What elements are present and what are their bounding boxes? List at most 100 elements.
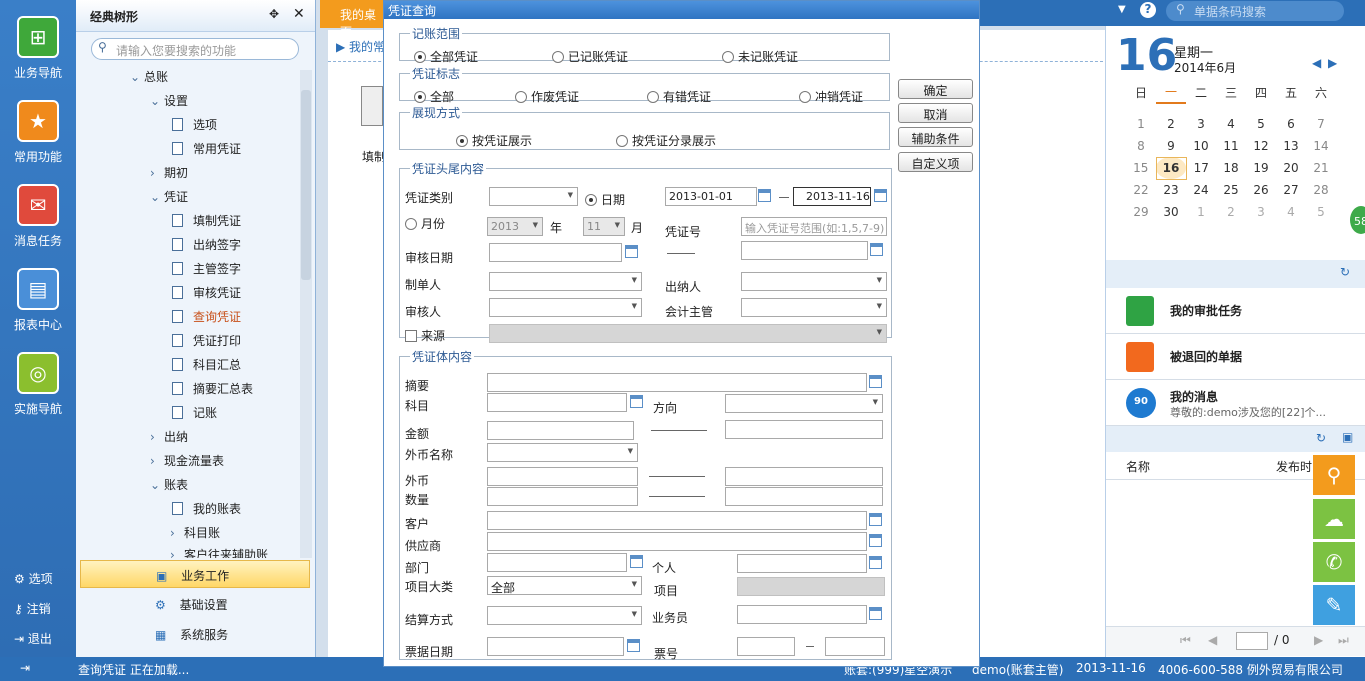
nav-messages[interactable]: ✉ 消息任务: [0, 184, 76, 249]
refresh-icon[interactable]: ↻: [1340, 265, 1350, 279]
person-input[interactable]: [737, 554, 867, 573]
tree-folder[interactable]: › 科目账: [170, 524, 220, 541]
calendar-day-cell[interactable]: 14: [1306, 135, 1336, 157]
calendar-day-cell[interactable]: 24: [1186, 179, 1216, 201]
calendar-day-cell[interactable]: 11: [1216, 135, 1246, 157]
next-month-icon[interactable]: ▶: [1328, 56, 1337, 70]
calendar-day-cell[interactable]: 8: [1126, 135, 1156, 157]
cashier-select[interactable]: [741, 272, 887, 291]
barcode-search-input[interactable]: ⚲ 单据条码搜索: [1166, 1, 1344, 21]
currency-to-input[interactable]: [725, 467, 883, 486]
calendar-day-cell[interactable]: 28: [1306, 179, 1336, 201]
nav-business[interactable]: ⊞ 业务导航: [0, 16, 76, 81]
tree-folder[interactable]: › 现金流量表: [150, 452, 224, 469]
calendar-day-cell[interactable]: 13: [1276, 135, 1306, 157]
calendar-day-cell[interactable]: 29: [1126, 201, 1156, 223]
reference-icon[interactable]: [869, 556, 882, 569]
returned-docs[interactable]: 被退回的单据: [1106, 334, 1365, 380]
exit-link[interactable]: ⇥ 退出: [14, 630, 52, 647]
calendar-icon[interactable]: [758, 189, 771, 202]
options-link[interactable]: ⚙ 选项: [14, 570, 53, 587]
tree-leaf[interactable]: 我的账表: [172, 500, 241, 517]
tree-leaf[interactable]: 凭证打印: [172, 332, 241, 349]
year-select[interactable]: 2013: [487, 217, 543, 236]
calendar-day-cell[interactable]: 9: [1156, 135, 1186, 157]
source-checkbox[interactable]: 来源: [405, 327, 445, 344]
calendar-day-cell[interactable]: 20: [1276, 157, 1306, 179]
calendar-day-cell[interactable]: 2: [1216, 201, 1246, 223]
tree-folder[interactable]: › 客户往来辅助账: [170, 546, 268, 558]
display-voucher-radio[interactable]: 按凭证展示: [456, 132, 532, 149]
flag-error-radio[interactable]: 有错凭证: [647, 88, 711, 105]
calendar-day-cell[interactable]: 1: [1186, 201, 1216, 223]
tree-leaf[interactable]: 填制凭证: [172, 212, 241, 229]
tree-folder[interactable]: › 期初: [150, 164, 188, 181]
project-input[interactable]: [737, 577, 885, 596]
custom-items-button[interactable]: 自定义项: [898, 152, 973, 172]
flag-all-radio[interactable]: 全部: [414, 88, 454, 105]
calendar-day-cell[interactable]: 17: [1186, 157, 1216, 179]
tree-leaf[interactable]: 主管签字: [172, 260, 241, 277]
aux-conditions-button[interactable]: 辅助条件: [898, 127, 973, 147]
voucher-icon[interactable]: [361, 86, 383, 126]
account-input[interactable]: [487, 393, 627, 412]
calendar-day-cell[interactable]: 6: [1276, 113, 1306, 135]
tree-leaf[interactable]: 常用凭证: [172, 140, 241, 157]
calendar-day-cell[interactable]: 25: [1216, 179, 1246, 201]
calendar-day-cell[interactable]: 21: [1306, 157, 1336, 179]
calendar-day-cell[interactable]: 23: [1156, 179, 1186, 201]
tree-leaf[interactable]: 审核凭证: [172, 284, 241, 301]
logout-link[interactable]: ⚷ 注销: [14, 600, 51, 617]
calendar-day-cell[interactable]: 5: [1306, 201, 1336, 223]
month-select[interactable]: 11: [583, 217, 625, 236]
calendar-day-cell[interactable]: 30: [1156, 201, 1186, 223]
scope-unposted-radio[interactable]: 未记账凭证: [722, 48, 798, 65]
flag-reverse-radio[interactable]: 冲销凭证: [799, 88, 863, 105]
tree-leaf[interactable]: 选项: [172, 116, 217, 133]
calendar-day-cell[interactable]: 12: [1246, 135, 1276, 157]
function-search-input[interactable]: ⚲ 请输入您要搜索的功能: [91, 38, 299, 60]
supplier-input[interactable]: [487, 532, 867, 551]
calendar-icon[interactable]: [870, 243, 883, 256]
calendar-day-cell[interactable]: 4: [1276, 201, 1306, 223]
currency-name-select[interactable]: [487, 443, 638, 462]
tree-folder[interactable]: › 出纳: [150, 428, 188, 445]
amount-to-input[interactable]: [725, 420, 883, 439]
customer-input[interactable]: [487, 511, 867, 530]
calendar-day-cell[interactable]: 3: [1246, 201, 1276, 223]
my-messages[interactable]: 90 我的消息 尊敬的:demo涉及您的[22]个...: [1106, 380, 1365, 426]
tree-leaf[interactable]: 摘要汇总表: [172, 380, 253, 397]
tree-leaf[interactable]: 科目汇总: [172, 356, 241, 373]
tab-my-desktop[interactable]: 我的桌面: [320, 0, 386, 39]
cloud-icon[interactable]: ☁: [1313, 499, 1355, 539]
prev-page-icon[interactable]: ◀: [1208, 633, 1217, 647]
calendar-day-cell[interactable]: 16: [1155, 156, 1187, 180]
bill-date-input[interactable]: [487, 637, 624, 656]
scope-all-radio[interactable]: 全部凭证: [414, 48, 478, 65]
calendar-day-cell[interactable]: 18: [1216, 157, 1246, 179]
quantity-to-input[interactable]: [725, 487, 883, 506]
search-tile-icon[interactable]: ⚲: [1313, 455, 1355, 495]
summary-input[interactable]: [487, 373, 867, 392]
tree-leaf[interactable]: 查询凭证: [172, 308, 241, 325]
tree-scrollbar[interactable]: [300, 70, 312, 558]
calendar-day-cell[interactable]: 27: [1276, 179, 1306, 201]
calendar-icon[interactable]: [625, 245, 638, 258]
close-icon[interactable]: ✕: [293, 6, 305, 22]
calendar-day-cell[interactable]: 1: [1126, 113, 1156, 135]
calendar-icon[interactable]: [627, 639, 640, 652]
bottom-nav-business[interactable]: ▣ 业务工作: [80, 560, 310, 588]
calendar-icon[interactable]: [874, 189, 887, 202]
department-input[interactable]: [487, 553, 627, 572]
flag-void-radio[interactable]: 作废凭证: [515, 88, 579, 105]
bottom-nav-basic[interactable]: ⚙ 基础设置: [80, 590, 310, 618]
last-page-icon[interactable]: ⏭: [1338, 633, 1349, 648]
refresh-icon[interactable]: ↻: [1316, 431, 1326, 445]
prev-month-icon[interactable]: ◀: [1312, 56, 1321, 70]
quantity-from-input[interactable]: [487, 487, 638, 506]
calendar-day-cell[interactable]: 2: [1156, 113, 1186, 135]
salesman-input[interactable]: [737, 605, 867, 624]
audit-date-from-input[interactable]: [489, 243, 622, 262]
chat-icon[interactable]: ✆: [1313, 542, 1355, 582]
reference-icon[interactable]: [869, 534, 882, 547]
